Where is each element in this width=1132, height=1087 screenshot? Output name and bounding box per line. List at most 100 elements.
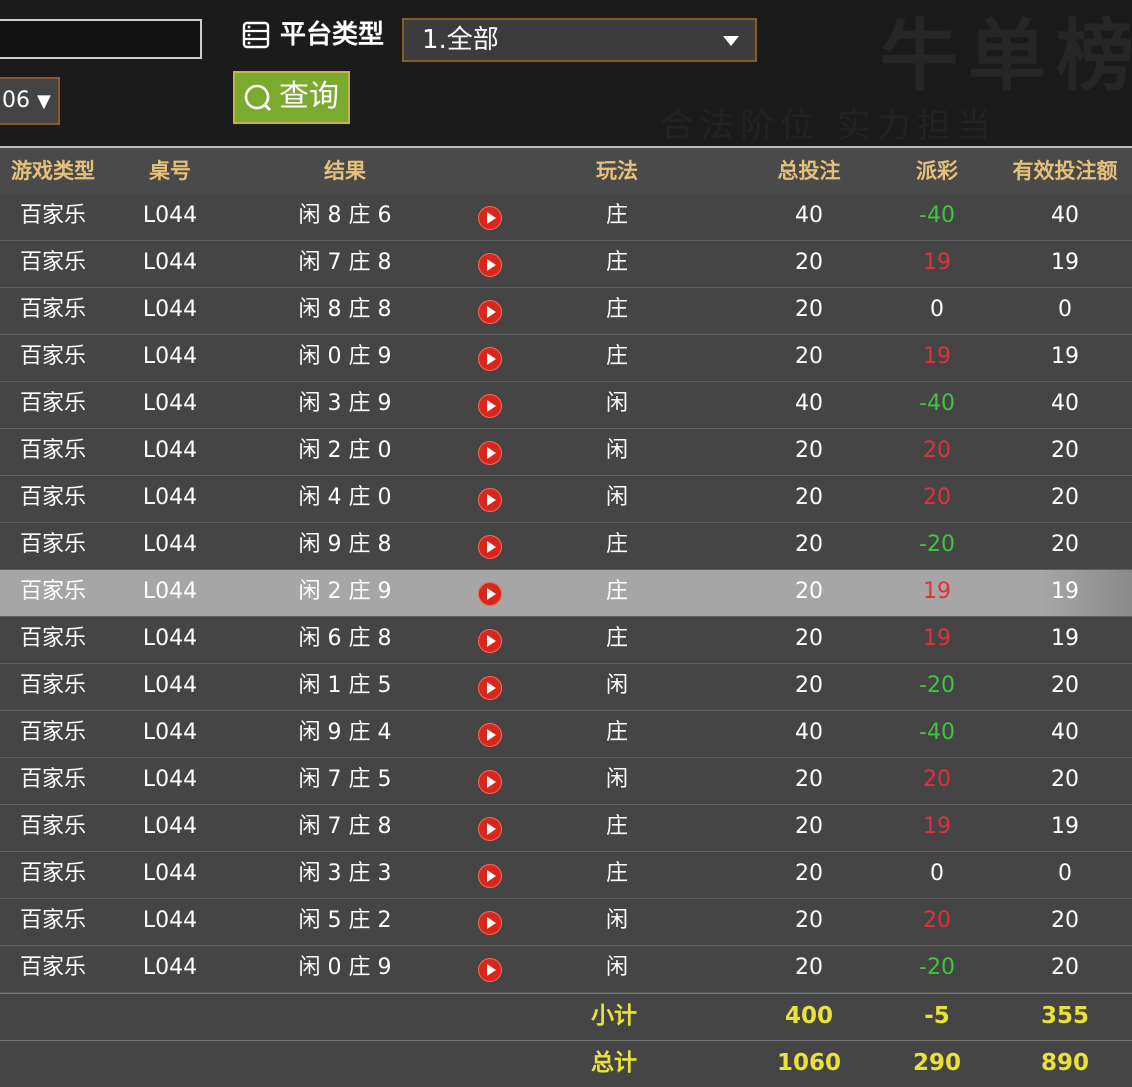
table-row[interactable]: 百家乐 L044 闲 9 庄 8 庄 20 -20 20 — [0, 523, 1132, 570]
cell-total-bet: 20 — [795, 626, 823, 651]
cell-bet-type: 庄 — [605, 720, 629, 745]
cell-valid-bet: 40 — [1051, 203, 1079, 228]
play-video-icon[interactable] — [478, 723, 502, 747]
cell-table-no: L044 — [142, 720, 198, 745]
cell-total-bet: 20 — [795, 532, 823, 557]
cell-payout: 20 — [923, 485, 951, 510]
cell-bet-type: 庄 — [605, 297, 629, 322]
table-row[interactable]: 百家乐 L044 闲 8 庄 6 庄 40 -40 40 — [0, 194, 1132, 241]
cell-total-bet: 20 — [795, 673, 823, 698]
table-row[interactable]: 百家乐 L044 闲 7 庄 8 庄 20 19 19 — [0, 241, 1132, 288]
play-video-icon[interactable] — [478, 300, 502, 324]
server-list-icon — [242, 21, 270, 49]
cell-valid-bet: 19 — [1051, 814, 1079, 839]
table-row[interactable]: 百家乐 L044 闲 7 庄 8 庄 20 19 19 — [0, 805, 1132, 852]
cell-result: 闲 2 庄 0 — [298, 438, 392, 463]
cell-bet-type: 庄 — [605, 250, 629, 275]
search-text-input[interactable] — [0, 19, 202, 59]
query-button[interactable]: 查询 — [233, 71, 350, 124]
subtotal-label: 小计 — [591, 1003, 637, 1029]
cell-payout: 0 — [930, 297, 944, 322]
cell-table-no: L044 — [142, 767, 198, 792]
play-video-icon[interactable] — [478, 394, 502, 418]
subtotal-row: 小计 400 -5 355 — [0, 993, 1132, 1040]
table-row[interactable]: 百家乐 L044 闲 2 庄 9 庄 20 19 19 — [0, 570, 1132, 617]
table-row[interactable]: 百家乐 L044 闲 1 庄 5 闲 20 -20 20 — [0, 664, 1132, 711]
platform-type-select[interactable]: 1.全部 — [402, 18, 757, 62]
subtotal-total-bet: 400 — [784, 1003, 834, 1029]
table-row[interactable]: 百家乐 L044 闲 7 庄 5 闲 20 20 20 — [0, 758, 1132, 805]
cell-total-bet: 20 — [795, 814, 823, 839]
cell-result: 闲 7 庄 8 — [298, 250, 392, 275]
cell-valid-bet: 20 — [1051, 485, 1079, 510]
col-header-payout[interactable]: 派彩 — [916, 148, 958, 194]
cell-table-no: L044 — [142, 532, 198, 557]
cell-result: 闲 8 庄 8 — [298, 297, 392, 322]
watermark-decoration: 牛单榜 — [880, 12, 1132, 102]
table-row[interactable]: 百家乐 L044 闲 9 庄 4 庄 40 -40 40 — [0, 711, 1132, 758]
cell-bet-type: 闲 — [605, 908, 629, 933]
cell-total-bet: 20 — [795, 438, 823, 463]
cell-bet-type: 庄 — [605, 532, 629, 557]
cell-payout: -40 — [919, 720, 955, 745]
cell-result: 闲 3 庄 3 — [298, 861, 392, 886]
cell-game-type: 百家乐 — [19, 391, 87, 416]
cell-game-type: 百家乐 — [19, 908, 87, 933]
cell-total-bet: 20 — [795, 908, 823, 933]
cell-payout: 20 — [923, 438, 951, 463]
table-row[interactable]: 百家乐 L044 闲 8 庄 8 庄 20 0 0 — [0, 288, 1132, 335]
cell-total-bet: 40 — [795, 720, 823, 745]
cell-table-no: L044 — [142, 297, 198, 322]
col-header-game-type[interactable]: 游戏类型 — [11, 148, 95, 194]
cell-valid-bet: 20 — [1051, 767, 1079, 792]
cell-result: 闲 3 庄 9 — [298, 391, 392, 416]
cell-total-bet: 40 — [795, 203, 823, 228]
play-video-icon[interactable] — [478, 582, 502, 606]
grandtotal-valid-bet: 890 — [1040, 1050, 1090, 1076]
play-video-icon[interactable] — [478, 535, 502, 559]
cell-total-bet: 40 — [795, 391, 823, 416]
cell-bet-type: 闲 — [605, 438, 629, 463]
col-header-bet-type[interactable]: 玩法 — [596, 148, 638, 194]
play-video-icon[interactable] — [478, 958, 502, 982]
cell-payout: -20 — [919, 532, 955, 557]
play-video-icon[interactable] — [478, 770, 502, 794]
play-video-icon[interactable] — [478, 676, 502, 700]
cell-bet-type: 闲 — [605, 955, 629, 980]
table-row[interactable]: 百家乐 L044 闲 0 庄 9 闲 20 -20 20 — [0, 946, 1132, 993]
play-video-icon[interactable] — [478, 911, 502, 935]
cell-payout: 19 — [923, 579, 951, 604]
col-header-valid-bet[interactable]: 有效投注额 — [1013, 148, 1118, 194]
date-select[interactable]: 06 ▼ — [0, 77, 60, 125]
cell-result: 闲 1 庄 5 — [298, 673, 392, 698]
col-header-table-no[interactable]: 桌号 — [149, 148, 191, 194]
col-header-result[interactable]: 结果 — [324, 148, 366, 194]
subtotal-valid-bet: 355 — [1040, 1003, 1090, 1029]
table-row[interactable]: 百家乐 L044 闲 6 庄 8 庄 20 19 19 — [0, 617, 1132, 664]
play-video-icon[interactable] — [478, 253, 502, 277]
cell-game-type: 百家乐 — [19, 767, 87, 792]
cell-valid-bet: 20 — [1051, 908, 1079, 933]
col-header-total-bet[interactable]: 总投注 — [778, 148, 841, 194]
table-row[interactable]: 百家乐 L044 闲 5 庄 2 闲 20 20 20 — [0, 899, 1132, 946]
play-video-icon[interactable] — [478, 206, 502, 230]
play-video-icon[interactable] — [478, 441, 502, 465]
play-video-icon[interactable] — [478, 488, 502, 512]
table-row[interactable]: 百家乐 L044 闲 0 庄 9 庄 20 19 19 — [0, 335, 1132, 382]
cell-table-no: L044 — [142, 908, 198, 933]
cell-table-no: L044 — [142, 391, 198, 416]
play-video-icon[interactable] — [478, 864, 502, 888]
play-video-icon[interactable] — [478, 347, 502, 371]
cell-bet-type: 闲 — [605, 485, 629, 510]
table-row[interactable]: 百家乐 L044 闲 3 庄 9 闲 40 -40 40 — [0, 382, 1132, 429]
chevron-down-icon — [723, 36, 739, 46]
play-video-icon[interactable] — [478, 629, 502, 653]
table-row[interactable]: 百家乐 L044 闲 2 庄 0 闲 20 20 20 — [0, 429, 1132, 476]
cell-valid-bet: 40 — [1051, 720, 1079, 745]
platform-select-value: 1.全部 — [422, 25, 499, 55]
cell-valid-bet: 19 — [1051, 250, 1079, 275]
play-video-icon[interactable] — [478, 817, 502, 841]
cell-game-type: 百家乐 — [19, 861, 87, 886]
table-row[interactable]: 百家乐 L044 闲 3 庄 3 庄 20 0 0 — [0, 852, 1132, 899]
table-row[interactable]: 百家乐 L044 闲 4 庄 0 闲 20 20 20 — [0, 476, 1132, 523]
